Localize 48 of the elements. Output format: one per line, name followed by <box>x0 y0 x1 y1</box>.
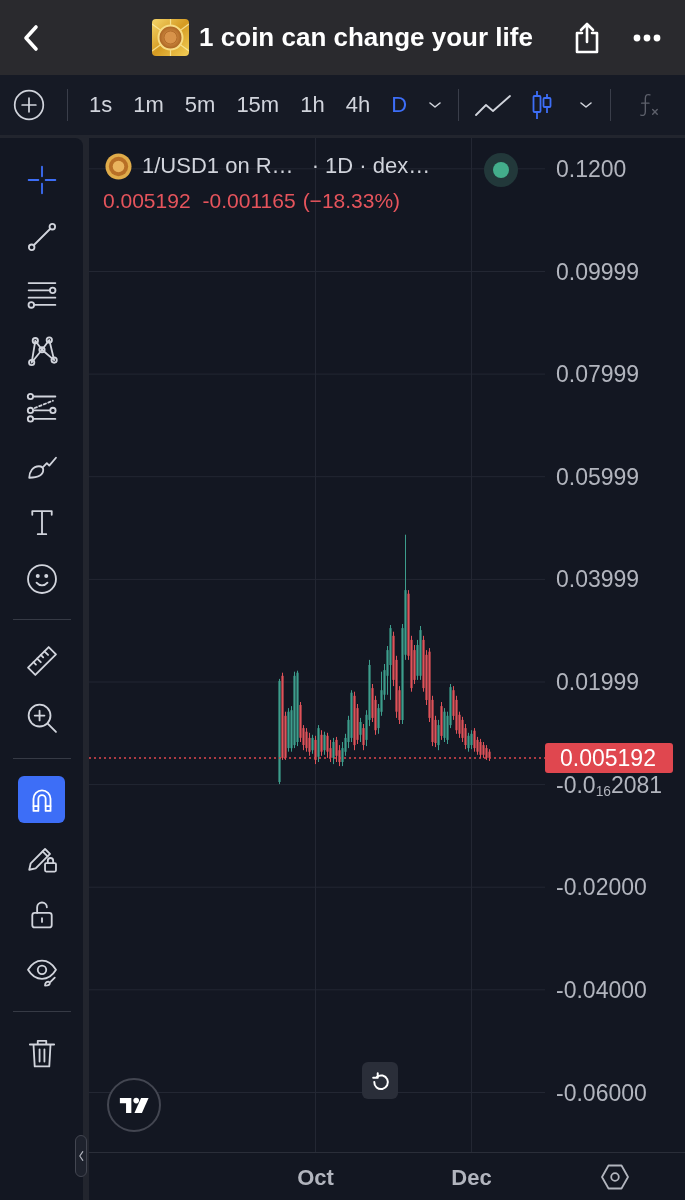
last-price-label: 0.005192 <box>545 742 673 773</box>
more-button[interactable] <box>633 33 661 42</box>
chart-type-dropdown-button[interactable] <box>578 100 595 110</box>
price-axis-label: -0.04000 <box>556 976 647 1003</box>
symbol-name: 1/USD1 on R… <box>142 153 294 179</box>
interval-tab[interactable]: D <box>391 91 408 119</box>
price-axis-label: 0.03999 <box>556 566 640 593</box>
logo-button[interactable] <box>107 1078 161 1132</box>
line-chart-button[interactable] <box>474 93 513 117</box>
interval-tab[interactable]: 4h <box>345 91 371 119</box>
magnet-button[interactable] <box>18 776 65 823</box>
chevron-left-icon[interactable] <box>77 1150 85 1162</box>
settings-icon[interactable] <box>600 1162 630 1191</box>
reset-button[interactable] <box>362 1062 398 1099</box>
coin-icon <box>105 152 132 180</box>
status-dot-icon <box>484 153 518 187</box>
interval-tab[interactable]: 15m <box>236 91 280 119</box>
interval-dropdown-button[interactable] <box>427 100 444 110</box>
price-axis-label: -0.02000 <box>556 874 647 901</box>
price-axis-label: 0.1200 <box>556 155 627 182</box>
price-axis-label: 0.05999 <box>556 463 640 490</box>
price-change-value: -0.001165 <box>202 188 296 214</box>
interval-tab[interactable]: 1m <box>133 91 164 119</box>
interval-tab[interactable]: 1s <box>89 91 113 119</box>
price-axis-label: -0.06000 <box>556 1079 647 1106</box>
price-axis-label: 0.07999 <box>556 361 640 388</box>
candlestick-button[interactable] <box>531 90 554 120</box>
collapse-button[interactable] <box>75 1135 87 1177</box>
indicators-button[interactable] <box>638 91 661 119</box>
price-axis-label: 0.01999 <box>556 669 640 695</box>
last-price-value: 0.005192 <box>103 188 191 214</box>
back-button[interactable] <box>22 23 40 52</box>
interval-tab[interactable]: 1h <box>300 91 325 119</box>
smiley-face-icon[interactable] <box>24 561 59 596</box>
level-lines-icon[interactable] <box>24 390 59 425</box>
add-button[interactable] <box>13 89 45 121</box>
interval-tab[interactable]: 5m <box>184 91 216 119</box>
reset-icon[interactable] <box>370 1070 390 1091</box>
coin-icon <box>152 19 190 56</box>
price-axis-label: 0.09999 <box>556 258 640 285</box>
price-change-percent: (−18.33%) <box>302 188 401 214</box>
page-title: 1 coin can change your life <box>199 22 533 53</box>
ruler-icon[interactable] <box>24 643 59 678</box>
share-button[interactable] <box>573 21 601 54</box>
price-axis-label: -0.0$_{16}$2081 <box>556 771 663 798</box>
time-axis-label: Oct <box>297 1165 334 1191</box>
time-axis-label: Dec <box>451 1165 492 1191</box>
chart-details: · 1D · dex… <box>311 153 431 179</box>
